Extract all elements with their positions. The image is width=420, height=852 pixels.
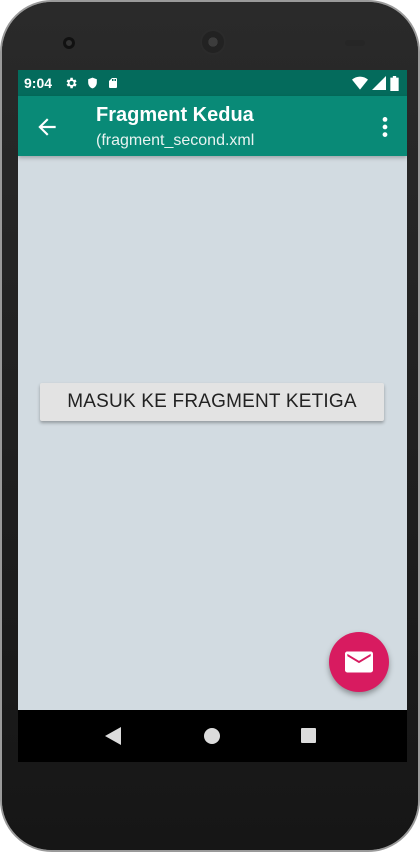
go-to-third-fragment-button[interactable]: MASUK KE FRAGMENT KETIGA: [40, 383, 384, 421]
earpiece-speaker: [202, 31, 224, 53]
status-bar: 9:04: [18, 70, 407, 96]
system-nav-bar: [18, 710, 407, 762]
signal-icon: [372, 76, 386, 90]
status-left-icons: [64, 76, 119, 90]
app-bar: Fragment Kedua (fragment_second.xml: [18, 96, 407, 156]
front-camera: [63, 37, 75, 49]
email-icon: [345, 651, 373, 673]
wifi-icon: [352, 76, 368, 90]
page-title: Fragment Kedua: [96, 104, 254, 126]
status-time: 9:04: [24, 75, 53, 91]
sd-card-icon: [109, 78, 118, 88]
device-frame: 9:04 Fragment Kedua (fragment_second.xml…: [0, 0, 420, 852]
proximity-sensor: [345, 40, 365, 46]
status-right-icons: [352, 75, 399, 91]
more-vert-icon[interactable]: [377, 114, 393, 140]
shield-icon: [88, 77, 97, 89]
back-arrow-icon[interactable]: [34, 114, 60, 140]
screen: 9:04 Fragment Kedua (fragment_second.xml…: [18, 70, 407, 762]
gear-icon: [66, 77, 77, 89]
email-fab[interactable]: [329, 632, 389, 692]
back-icon[interactable]: [105, 727, 121, 745]
battery-icon: [390, 75, 399, 91]
home-icon[interactable]: [204, 728, 220, 744]
recents-icon[interactable]: [301, 728, 316, 743]
page-subtitle: (fragment_second.xml: [96, 132, 255, 149]
